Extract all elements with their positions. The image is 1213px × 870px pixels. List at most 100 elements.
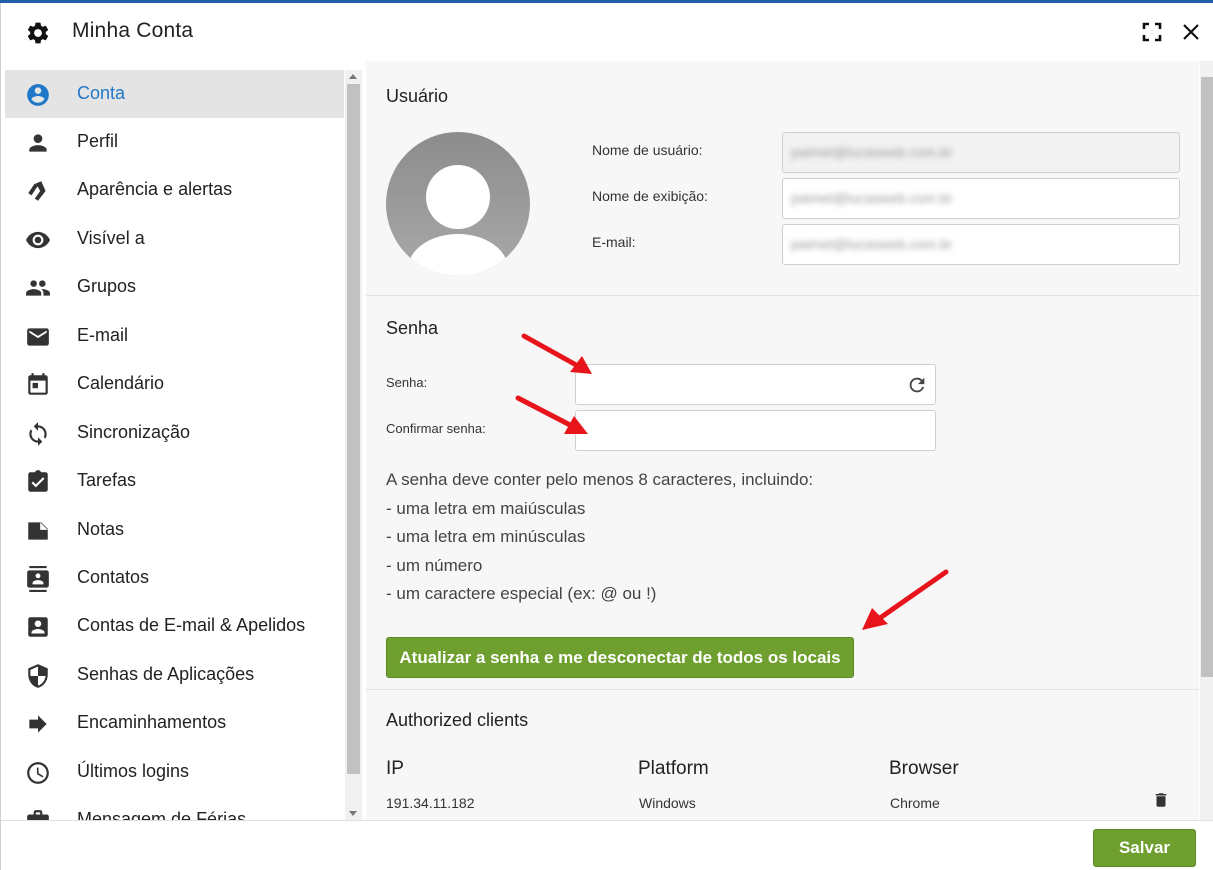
avatar-body: [408, 234, 508, 276]
dialog-footer: Salvar: [1, 820, 1213, 870]
sidebar-item-label: Perfil: [77, 131, 119, 151]
sidebar-item-label: Sincronização: [77, 422, 191, 442]
password-rule: - um número: [386, 555, 483, 575]
confirm-password-input[interactable]: [575, 410, 936, 451]
scroll-down-icon[interactable]: [349, 811, 357, 816]
display-name-field[interactable]: paimet@lucasweb.com.br: [782, 178, 1180, 219]
sidebar-scrollbar[interactable]: [345, 70, 362, 820]
column-header-ip: IP: [386, 758, 404, 779]
sidebar-item-label: Contas de E-mail & Apelidos: [77, 615, 306, 635]
sidebar-item-label: E-mail: [77, 325, 129, 345]
gear-icon: [27, 22, 49, 44]
sidebar-item-tarefas[interactable]: Tarefas: [5, 457, 344, 505]
shield-icon: [28, 664, 48, 688]
sidebar-item-contas-email[interactable]: Contas de E-mail & Apelidos: [5, 602, 344, 650]
sidebar-item-grupos[interactable]: Grupos: [5, 263, 344, 311]
client-browser: Chrome: [890, 795, 940, 811]
column-header-platform: Platform: [638, 758, 709, 779]
arrow-right-icon: [29, 715, 47, 733]
sidebar-item-ferias[interactable]: Mensagem de Férias: [5, 796, 344, 820]
password-rule: - uma letra em maiúsculas: [386, 498, 586, 518]
account-circle-icon: [27, 84, 49, 106]
group-icon: [26, 280, 50, 296]
content-scrollbar[interactable]: [1200, 61, 1213, 820]
briefcase-icon: [27, 810, 49, 820]
maximize-icon[interactable]: [1142, 22, 1162, 42]
sidebar-item-label: Senhas de Aplicações: [77, 664, 255, 684]
close-icon[interactable]: [1180, 21, 1202, 43]
scrollbar-thumb[interactable]: [1201, 77, 1213, 677]
note-icon: [28, 522, 48, 540]
update-password-button[interactable]: Atualizar a senha e me desconectar de to…: [386, 637, 854, 678]
settings-sidebar: Conta Perfil Aparência e alertas Visível…: [5, 70, 344, 820]
delete-icon[interactable]: [1152, 790, 1170, 810]
annotation-arrow-icon: [862, 569, 949, 630]
sidebar-item-label: Aparência e alertas: [77, 179, 233, 199]
sidebar-item-ultimos-logins[interactable]: Últimos logins: [5, 748, 344, 796]
dialog-title: Minha Conta: [72, 19, 194, 42]
sidebar-item-encaminhamentos[interactable]: Encaminhamentos: [5, 699, 344, 747]
person-icon: [29, 134, 47, 152]
scrollbar-thumb[interactable]: [347, 84, 360, 774]
avatar-head: [426, 165, 490, 229]
avatar[interactable]: [386, 132, 530, 276]
username-label: Nome de usuário:: [592, 142, 703, 158]
password-label: Senha:: [386, 375, 428, 390]
sidebar-item-visivel[interactable]: Visível a: [5, 215, 344, 263]
sidebar-item-label: Mensagem de Férias: [77, 809, 247, 820]
password-rule: A senha deve conter pelo menos 8 caracte…: [386, 470, 814, 489]
sidebar-item-label: Conta: [77, 83, 126, 103]
sidebar-item-contatos[interactable]: Contatos: [5, 554, 344, 602]
password-section-title: Senha: [386, 318, 439, 338]
password-rules: A senha deve conter pelo menos 8 caracte…: [386, 466, 813, 609]
task-icon: [28, 470, 48, 492]
display-name-label: Nome de exibição:: [592, 188, 708, 204]
sidebar-item-aparencia[interactable]: Aparência e alertas: [5, 166, 344, 214]
clock-icon: [27, 762, 49, 784]
display-name-value: paimet@lucasweb.com.br: [791, 190, 953, 206]
client-ip: 191.34.11.182: [386, 795, 475, 811]
section-divider: [366, 689, 1199, 690]
refresh-icon: [909, 377, 925, 393]
sidebar-item-label: Grupos: [77, 276, 137, 296]
sync-icon: [29, 422, 47, 446]
sidebar-item-label: Notas: [77, 519, 125, 539]
dialog-header: Minha Conta: [1, 3, 1213, 61]
column-header-browser: Browser: [889, 758, 959, 779]
sidebar-item-label: Encaminhamentos: [77, 712, 227, 732]
annotation-arrow-icon: [521, 333, 592, 374]
annotation-arrow-icon: [515, 395, 588, 434]
email-value: paimet@lucasweb.com.br: [791, 236, 953, 252]
sidebar-item-email[interactable]: E-mail: [5, 312, 344, 360]
sidebar-item-sincronizacao[interactable]: Sincronização: [5, 409, 344, 457]
save-button[interactable]: Salvar: [1093, 829, 1196, 867]
mail-icon: [27, 328, 49, 346]
sidebar-item-senhas-aplicacoes[interactable]: Senhas de Aplicações: [5, 651, 344, 699]
contacts-icon: [27, 566, 49, 592]
sidebar-item-conta[interactable]: Conta: [5, 70, 344, 118]
scroll-up-icon[interactable]: [349, 74, 357, 79]
email-label: E-mail:: [592, 234, 636, 250]
sidebar-item-label: Contatos: [77, 567, 150, 587]
username-value: paimet@lucasweb.com.br: [791, 144, 953, 160]
account-box-icon: [28, 617, 48, 637]
sidebar-item-label: Tarefas: [77, 470, 137, 490]
clients-section-title: Authorized clients: [386, 710, 529, 730]
account-content: Usuário Nome de usuário: paimet@lucasweb…: [366, 61, 1199, 820]
sidebar-item-notas[interactable]: Notas: [5, 506, 344, 554]
sidebar-item-label: Calendário: [77, 373, 165, 393]
sidebar-item-calendario[interactable]: Calendário: [5, 360, 344, 408]
sidebar-item-label: Visível a: [77, 228, 145, 248]
section-divider: [366, 295, 1199, 296]
confirm-password-label: Confirmar senha:: [386, 421, 486, 436]
email-field[interactable]: paimet@lucasweb.com.br: [782, 224, 1180, 265]
generate-password-button[interactable]: [898, 364, 936, 405]
client-platform: Windows: [639, 795, 696, 811]
password-input[interactable]: [575, 364, 899, 405]
password-rule: - uma letra em minúsculas: [386, 527, 586, 546]
palette-icon: [28, 181, 46, 201]
sidebar-item-perfil[interactable]: Perfil: [5, 118, 344, 166]
account-dialog: Minha Conta Conta Perfil Aparência e ale…: [0, 3, 1213, 870]
eye-icon: [26, 231, 50, 249]
sidebar-item-label: Últimos logins: [77, 761, 190, 781]
